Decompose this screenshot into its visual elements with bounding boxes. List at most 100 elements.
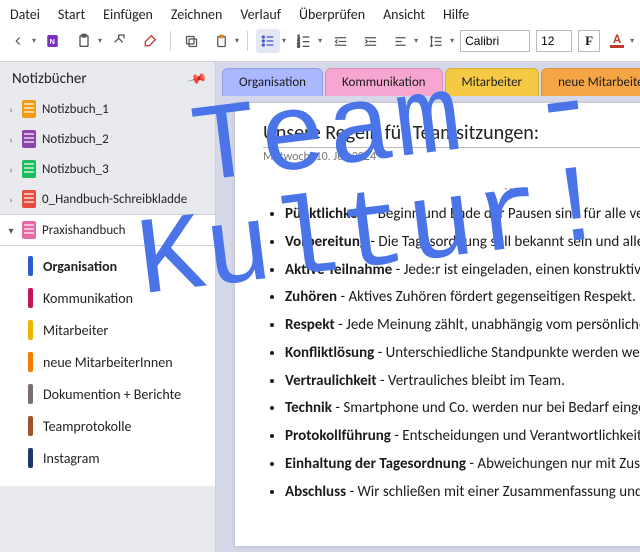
section-label: Dokumention + Berichte [43,386,181,403]
rule-item[interactable]: Protokollführung - Entscheidungen und Ve… [285,423,640,451]
rule-term: Technik [285,399,332,417]
menu-datei[interactable]: Datei [10,6,40,23]
tab-neue-mitarbeiterinnen[interactable]: neue MitarbeiterInnen [541,68,640,96]
tab-mitarbeiter[interactable]: Mitarbeiter [445,68,540,96]
notebook-item[interactable]: › Notizbuch_2 [0,124,215,154]
sidebar: Notizbücher 📌 ›Notizbuch_1›Notizbuch_2›N… [0,62,216,552]
rule-item[interactable]: Aktive Teilnahme - Jede:r ist eingeladen… [285,257,640,285]
notebook-label: Notizbuch_2 [42,132,109,147]
title-rule [263,147,640,148]
chevron-down-icon[interactable]: ▾ [235,36,239,46]
rule-text: - Die Tagesordnung soll bekannt sein und… [367,233,640,251]
rule-item[interactable]: Zuhören - Aktives Zuhören fördert gegens… [285,284,640,312]
content-area: OrganisationKommunikationMitarbeiterneue… [216,62,640,552]
rules-list[interactable]: Pünktlichkeit - Beginn und Ende der Paus… [263,201,640,506]
chevron-down-icon[interactable]: ▾ [450,36,454,46]
align-icon[interactable] [388,29,412,53]
separator [247,31,248,51]
rule-item[interactable]: Pünktlichkeit - Beginn und Ende der Paus… [285,201,640,229]
chevron-down-icon[interactable]: ▾ [318,36,322,46]
rule-item[interactable]: Abschluss - Wir schließen mit einer Zusa… [285,479,640,507]
menu-start[interactable]: Start [58,6,85,23]
clipboard-icon[interactable] [72,29,96,53]
dots-rule: ···· [263,182,640,195]
menu-zeichnen[interactable]: Zeichnen [171,6,222,23]
toolbar: ▾ N ▾ ▾ ▾ 123 ▾ ▾ ▾ F A [0,25,640,62]
separator [170,31,171,51]
bold-button[interactable]: F [578,30,600,52]
rule-term: Konfliktlösung [285,344,374,362]
tab-kommunikation[interactable]: Kommunikation [325,68,443,96]
line-spacing-icon[interactable] [424,29,448,53]
section-item[interactable]: neue MitarbeiterInnen [0,346,215,378]
chevron-down-icon[interactable]: ▾ [630,36,634,46]
font-color-letter: A [613,34,621,45]
rule-term: Vertraulichkeit [285,372,377,390]
notebook-item[interactable]: ▾Praxishandbuch [0,214,215,246]
rule-text: - Beginn und Ende der Pausen sind für al… [366,205,640,223]
chevron-down-icon: ▾ [6,224,16,237]
rule-term: Protokollführung [285,427,391,445]
brush-icon[interactable] [138,29,162,53]
chevron-right-icon: › [6,133,16,146]
numbered-list-icon[interactable]: 123 [292,29,316,53]
notebook-item[interactable]: ›Notizbuch_3 [0,154,215,184]
section-item[interactable]: Dokumention + Berichte [0,378,215,410]
menu-hilfe[interactable]: Hilfe [443,6,469,23]
menu-ansicht[interactable]: Ansicht [383,6,425,23]
chevron-down-icon[interactable]: ▾ [414,36,418,46]
rule-item[interactable]: Vorbereitung - Die Tagesordnung soll bek… [285,229,640,257]
rule-text: - Unterschiedliche Standpunkte werden we… [374,344,640,362]
section-color-bar [28,288,33,308]
section-item[interactable]: Organisation [0,250,215,282]
notebook-item[interactable]: ›0_Handbuch-Schreibkladde [0,184,215,214]
section-item[interactable]: Instagram [0,442,215,474]
rule-item[interactable]: Technik - Smartphone und Co. werden nur … [285,395,640,423]
chevron-right-icon: › [6,163,16,176]
menu-bar: Datei Start Einfügen Zeichnen Verlauf Überprü… [0,0,640,25]
back-icon[interactable] [6,29,30,53]
rule-term: Respekt [285,316,335,334]
page-title[interactable]: Unsere Regeln für Teamsitzungen: [263,121,640,145]
rule-text: - Wir schließen mit einer Zusammenfassun… [346,483,640,501]
section-item[interactable]: Kommunikation [0,282,215,314]
note-page: Unsere Regeln für Teamsitzungen: Mittwoc… [234,102,640,547]
section-item[interactable]: Mitarbeiter [0,314,215,346]
section-item[interactable]: Teamprotokolle [0,410,215,442]
svg-text:3: 3 [297,45,300,49]
menu-einfügen[interactable]: Einfügen [103,6,153,23]
notebook-icon [22,130,36,148]
rule-item[interactable]: Vertraulichkeit - Vertrauliches bleibt i… [285,368,640,396]
notebook-icon [22,160,36,178]
indent-icon[interactable] [358,29,382,53]
rule-term: Abschluss [285,483,346,501]
notebook-item[interactable]: ›Notizbuch_1 [0,94,215,124]
bullet-list-icon[interactable] [256,29,280,53]
chevron-down-icon[interactable]: ▾ [282,36,286,46]
font-size-select[interactable] [536,30,572,52]
rule-item[interactable]: Konfliktlösung - Unterschiedliche Standp… [285,340,640,368]
format-painter-icon[interactable] [108,29,132,53]
font-color-button[interactable]: A [606,30,628,52]
notebook-icon [22,221,36,239]
rule-item[interactable]: Respekt - Jede Meinung zählt, unabhängig… [285,312,640,340]
copy-icon[interactable] [179,29,203,53]
menu-überprüfen[interactable]: Überprüfen [299,6,365,23]
outdent-icon[interactable] [328,29,352,53]
paste-icon[interactable] [209,29,233,53]
font-family-select[interactable] [460,30,530,52]
rule-text: - Jede Meinung zählt, unabhängig vom per… [335,316,640,334]
font-color-bar [610,45,624,48]
menu-verlauf[interactable]: Verlauf [240,6,281,23]
chevron-down-icon[interactable]: ▾ [98,36,102,46]
rule-item[interactable]: Einhaltung der Tagesordnung - Abweichung… [285,451,640,479]
tab-organisation[interactable]: Organisation [222,68,323,96]
onenote-icon[interactable]: N [42,29,66,53]
rule-term: Pünktlichkeit [285,205,366,223]
rule-term: Einhaltung der Tagesordnung [285,455,466,473]
rule-text: - Smartphone und Co. werden nur bei Beda… [332,399,640,417]
rule-term: Zuhören [285,288,337,306]
notebook-icon [22,100,36,118]
pin-icon[interactable]: 📌 [186,68,208,89]
chevron-down-icon[interactable]: ▾ [32,36,36,46]
